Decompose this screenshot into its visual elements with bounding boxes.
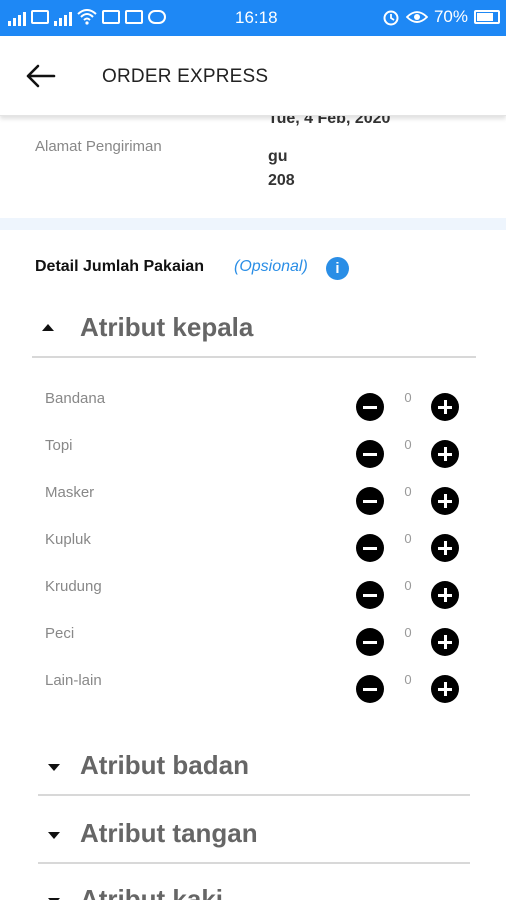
status-icons-right: 70% [382, 7, 500, 27]
item-quantity: 0 [404, 531, 412, 546]
item-quantity: 0 [404, 672, 412, 687]
decrement-button[interactable] [356, 440, 384, 468]
shipping-address-line2: 208 [268, 172, 295, 189]
increment-button[interactable] [431, 487, 459, 515]
chat-icon [148, 10, 166, 24]
increment-button[interactable] [431, 393, 459, 421]
item-row-lain-lain: Lain-lain 0 [0, 672, 506, 712]
category-header-body[interactable]: Atribut badan [38, 740, 470, 796]
increment-button[interactable] [431, 534, 459, 562]
optional-label: (Opsional) [234, 258, 308, 275]
category-header-foot[interactable]: Atribut kaki [38, 874, 470, 900]
category-title: Atribut kepala [80, 312, 254, 342]
item-label: Kupluk [45, 531, 91, 548]
collapse-arrow-icon [42, 324, 54, 331]
item-row-topi: Topi 0 [0, 437, 506, 477]
sim-icon [31, 10, 49, 24]
item-label: Topi [45, 437, 73, 454]
expand-arrow-icon [48, 764, 60, 771]
item-label: Lain-lain [45, 672, 102, 689]
item-quantity: 0 [404, 484, 412, 499]
signal-icon-2 [54, 8, 72, 26]
category-title: Atribut badan [80, 750, 249, 780]
section-divider [0, 218, 506, 230]
item-quantity: 0 [404, 437, 412, 452]
decrement-button[interactable] [356, 675, 384, 703]
battery-percent: 70% [433, 7, 468, 26]
item-label: Krudung [45, 578, 102, 595]
item-row-krudung: Krudung 0 [0, 578, 506, 618]
decrement-button[interactable] [356, 581, 384, 609]
shipping-address-label: Alamat Pengiriman [35, 138, 162, 155]
increment-button[interactable] [431, 675, 459, 703]
status-icons-left [8, 8, 166, 26]
app-bar: ORDER EXPRESS [0, 36, 506, 116]
increment-button[interactable] [431, 628, 459, 656]
status-bar: 16:18 70% [0, 0, 506, 36]
status-time: 16:18 [235, 8, 278, 27]
item-row-masker: Masker 0 [0, 484, 506, 524]
signal-icon [8, 8, 26, 26]
eye-icon [405, 11, 428, 23]
battery-icon [474, 10, 500, 24]
item-row-peci: Peci 0 [0, 625, 506, 665]
item-row-kupluk: Kupluk 0 [0, 531, 506, 571]
increment-button[interactable] [431, 440, 459, 468]
back-arrow-icon[interactable] [24, 62, 56, 90]
page-title: ORDER EXPRESS [102, 66, 269, 87]
category-title: Atribut tangan [80, 818, 258, 848]
category-header-hand[interactable]: Atribut tangan [38, 808, 470, 864]
alarm-icon [383, 10, 399, 26]
wifi-icon [77, 9, 97, 25]
item-quantity: 0 [404, 578, 412, 593]
item-label: Bandana [45, 390, 106, 407]
category-title: Atribut kaki [80, 884, 224, 900]
increment-button[interactable] [431, 581, 459, 609]
image-icon [125, 10, 143, 24]
expand-arrow-icon [48, 832, 60, 839]
decrement-button[interactable] [356, 487, 384, 515]
shipping-address-line1: gu [268, 148, 288, 165]
mail-icon [102, 10, 120, 24]
item-label: Masker [45, 484, 95, 501]
item-label: Peci [45, 625, 75, 642]
detail-heading: Detail Jumlah Pakaian [35, 258, 204, 275]
item-row-bandana: Bandana 0 [0, 390, 506, 430]
decrement-button[interactable] [356, 534, 384, 562]
decrement-button[interactable] [356, 628, 384, 656]
info-icon[interactable]: i [326, 257, 349, 280]
item-quantity: 0 [404, 390, 412, 405]
category-header-head[interactable]: Atribut kepala [32, 302, 476, 358]
item-quantity: 0 [404, 625, 412, 640]
decrement-button[interactable] [356, 393, 384, 421]
